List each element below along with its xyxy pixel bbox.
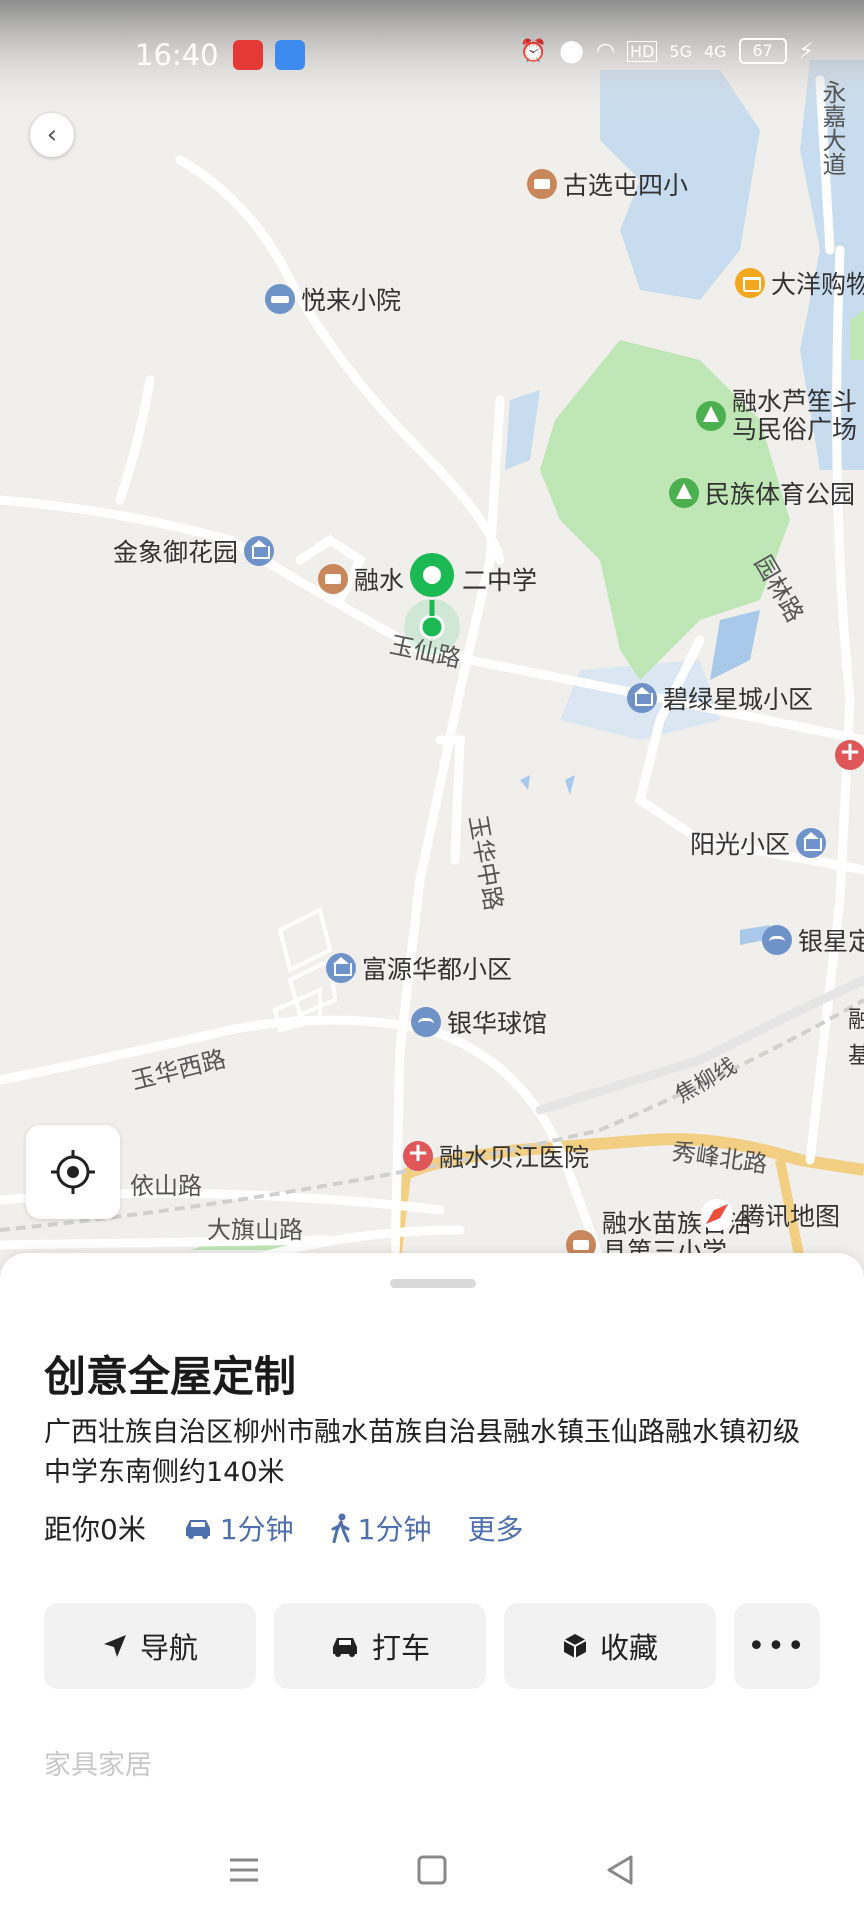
sports-icon: [762, 925, 792, 955]
map-poi-label[interactable]: 大洋购物: [735, 265, 864, 301]
residential-icon: [326, 953, 356, 983]
shop-icon: [735, 268, 765, 298]
back-nav-icon[interactable]: [603, 1853, 637, 1887]
map-poi-label[interactable]: 富源华都小区: [326, 950, 512, 986]
more-actions-button[interactable]: •••: [734, 1603, 820, 1689]
map-poi-label[interactable]: 民族体育公园: [669, 475, 855, 511]
park-icon: [669, 478, 699, 508]
map-poi-label[interactable]: 阳光小区: [690, 825, 827, 861]
car-icon: [185, 1520, 210, 1539]
map-view[interactable]: 古选屯四小 大洋购物 悦来小院 融水芦笙斗 马民俗广场 民族体育公园 金象御花园 …: [0, 0, 864, 1260]
sheet-drag-handle[interactable]: [390, 1279, 476, 1288]
sports-icon: [411, 1007, 441, 1037]
map-poi-label[interactable]: 融水贝江医院: [403, 1138, 589, 1174]
action-buttons: 导航 打车 收藏 •••: [44, 1603, 820, 1689]
place-address: 广西壮族自治区柳州市融水苗族自治县融水镇玉仙路融水镇初级中学东南侧约140米: [44, 1417, 800, 1488]
locate-me-button[interactable]: [26, 1125, 120, 1219]
taxi-button[interactable]: 打车: [274, 1603, 486, 1689]
home-icon[interactable]: [415, 1853, 449, 1887]
wifi-icon: ◠: [595, 38, 616, 64]
map-edge-label: 融基: [848, 1007, 864, 1069]
school-icon: [318, 564, 348, 594]
school-icon: [527, 169, 557, 199]
map-brand-logo: 腾讯地图: [700, 1197, 840, 1233]
location-icon: ⬤: [559, 38, 584, 64]
map-poi-label[interactable]: 银星定: [762, 922, 864, 958]
park-icon: [696, 401, 726, 431]
tencent-map-icon: [701, 1199, 733, 1231]
system-icons: ⏰ ⬤ ◠ HD 5G 4G 67 ⚡: [520, 38, 814, 64]
place-category: 家具家居: [44, 1750, 152, 1781]
map-poi-label[interactable]: 古选屯四小: [527, 166, 688, 202]
status-time: 16:40: [135, 38, 219, 72]
hd-icon: HD: [627, 40, 658, 62]
charging-icon: ⚡: [798, 38, 814, 64]
lodging-icon: [265, 284, 295, 314]
signal-5g-icon: 5G: [669, 41, 692, 61]
battery-icon: 67: [738, 38, 787, 64]
walk-icon: [331, 1513, 350, 1543]
cube-icon: [563, 1634, 587, 1658]
map-poi-label[interactable]: 融水: [318, 561, 404, 597]
status-bar: 16:40 ⏰ ⬤ ◠ HD 5G 4G 67 ⚡: [0, 0, 864, 110]
ellipsis-icon: •••: [747, 1628, 807, 1664]
taxi-icon: [332, 1638, 357, 1657]
favorite-button[interactable]: 收藏: [504, 1603, 716, 1689]
drive-time-link[interactable]: 1分钟: [182, 1508, 294, 1548]
navigate-button[interactable]: 导航: [44, 1603, 256, 1689]
chevron-left-icon: ‹: [46, 120, 58, 150]
map-poi-label[interactable]: 银华球馆: [411, 1004, 547, 1040]
place-title: 创意全屋定制: [44, 1352, 297, 1401]
map-poi-label[interactable]: 二中学: [462, 561, 537, 597]
residential-icon: [244, 536, 275, 566]
message-app-icon: [275, 40, 305, 70]
residential-icon: [796, 828, 827, 858]
hospital-icon: [403, 1138, 433, 1171]
navigation-arrow-icon: [103, 1635, 126, 1657]
map-poi-label[interactable]: 悦来小院: [265, 281, 401, 317]
map-poi-label[interactable]: 金象御花园: [113, 533, 275, 569]
alarm-icon: ⏰: [519, 38, 548, 64]
place-meta: 距你0米 1分钟 1分钟 更多: [44, 1508, 524, 1548]
news-app-icon: [233, 40, 263, 70]
map-poi-label[interactable]: 融水芦笙斗 马民俗广场: [696, 388, 857, 444]
hospital-icon[interactable]: [835, 737, 864, 770]
distance-text: 距你0米: [44, 1513, 146, 1546]
walk-time-link[interactable]: 1分钟: [330, 1508, 431, 1548]
crosshair-icon: [51, 1150, 95, 1194]
more-info-link[interactable]: 更多: [467, 1508, 523, 1548]
system-nav-bar: [0, 1820, 864, 1920]
back-button[interactable]: ‹: [30, 113, 74, 157]
map-poi-label[interactable]: 碧绿星城小区: [627, 680, 813, 716]
road-label: 大旗山路: [207, 1216, 303, 1244]
menu-icon[interactable]: [227, 1855, 261, 1885]
residential-icon: [627, 683, 657, 713]
road-label: 依山路: [130, 1172, 202, 1200]
signal-4g-icon: 4G: [703, 41, 727, 61]
